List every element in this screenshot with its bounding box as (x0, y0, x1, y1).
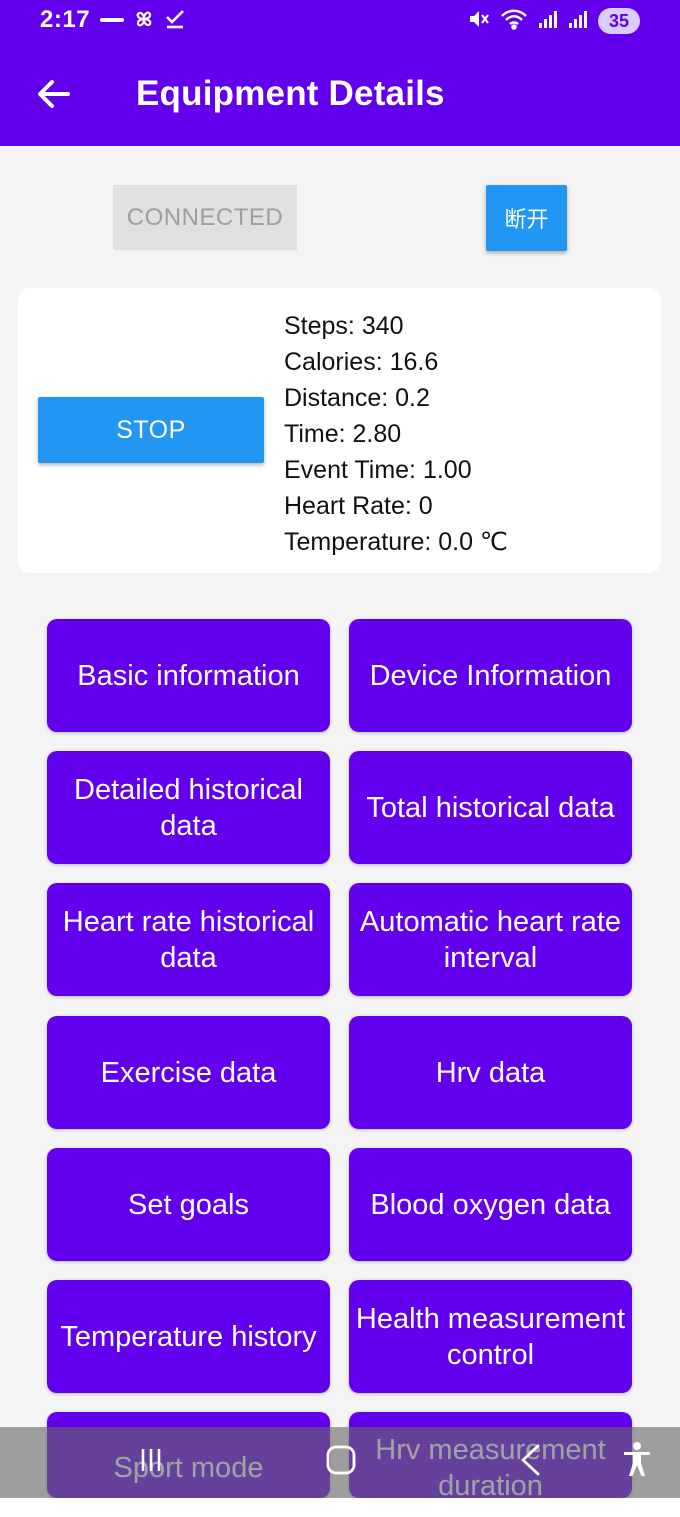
accessibility-button[interactable] (614, 1439, 660, 1485)
stats-list: Steps: 340 Calories: 16.6 Distance: 0.2 … (284, 308, 508, 560)
back-icon (518, 1443, 544, 1482)
app-bar: 2:17 35 Equipment Details (0, 0, 680, 146)
notification-icons (100, 8, 186, 34)
zomato-icon (100, 12, 124, 30)
signal-icon (568, 9, 588, 34)
check-icon (164, 8, 186, 35)
basic-information-button[interactable]: Basic information (47, 619, 330, 732)
accessibility-icon (621, 1441, 653, 1484)
stat-distance: Distance: 0.2 (284, 384, 430, 412)
back-button[interactable] (32, 74, 76, 118)
system-nav-bar (0, 1427, 680, 1498)
recents-icon (136, 1445, 166, 1480)
automatic-heart-rate-interval-button[interactable]: Automatic heart rate interval (349, 883, 632, 996)
stat-temperature: Temperature: 0.0 ℃ (284, 528, 509, 556)
connected-button[interactable]: CONNECTED (113, 185, 297, 250)
disconnect-button[interactable]: 断开 (486, 185, 567, 251)
recents-button[interactable] (128, 1439, 174, 1485)
battery-badge: 35 (598, 8, 640, 34)
exercise-data-button[interactable]: Exercise data (47, 1016, 330, 1129)
stat-event-time: Event Time: 1.00 (284, 456, 472, 484)
heart-rate-historical-data-button[interactable]: Heart rate historical data (47, 883, 330, 996)
pinwheel-icon (132, 7, 156, 36)
stat-calories: Calories: 16.6 (284, 348, 439, 376)
wifi-icon (500, 8, 528, 35)
stat-steps: Steps: 340 (284, 312, 404, 340)
signal-icon (538, 9, 558, 34)
bottom-strip (0, 1498, 680, 1517)
total-historical-data-button[interactable]: Total historical data (349, 751, 632, 864)
home-icon (325, 1444, 357, 1481)
detailed-historical-data-button[interactable]: Detailed historical data (47, 751, 330, 864)
blood-oxygen-data-button[interactable]: Blood oxygen data (349, 1148, 632, 1261)
page-title: Equipment Details (136, 74, 445, 113)
arrow-left-icon (37, 79, 71, 114)
status-right: 35 (468, 7, 640, 35)
hrv-data-button[interactable]: Hrv data (349, 1016, 632, 1129)
stop-button[interactable]: STOP (38, 397, 264, 463)
stat-heart-rate: Heart Rate: 0 (284, 492, 433, 520)
set-goals-button[interactable]: Set goals (47, 1148, 330, 1261)
status-time: 2:17 (40, 6, 91, 33)
stat-time: Time: 2.80 (284, 420, 402, 448)
device-information-button[interactable]: Device Information (349, 619, 632, 732)
home-button[interactable] (318, 1439, 364, 1485)
temperature-history-button[interactable]: Temperature history (47, 1280, 330, 1393)
health-measurement-control-button[interactable]: Health measurement control (349, 1280, 632, 1393)
status-bar: 2:17 35 (0, 0, 680, 44)
nav-back-button[interactable] (508, 1439, 554, 1485)
stats-card: STOP Steps: 340 Calories: 16.6 Distance:… (18, 288, 661, 573)
mute-icon (468, 8, 490, 35)
